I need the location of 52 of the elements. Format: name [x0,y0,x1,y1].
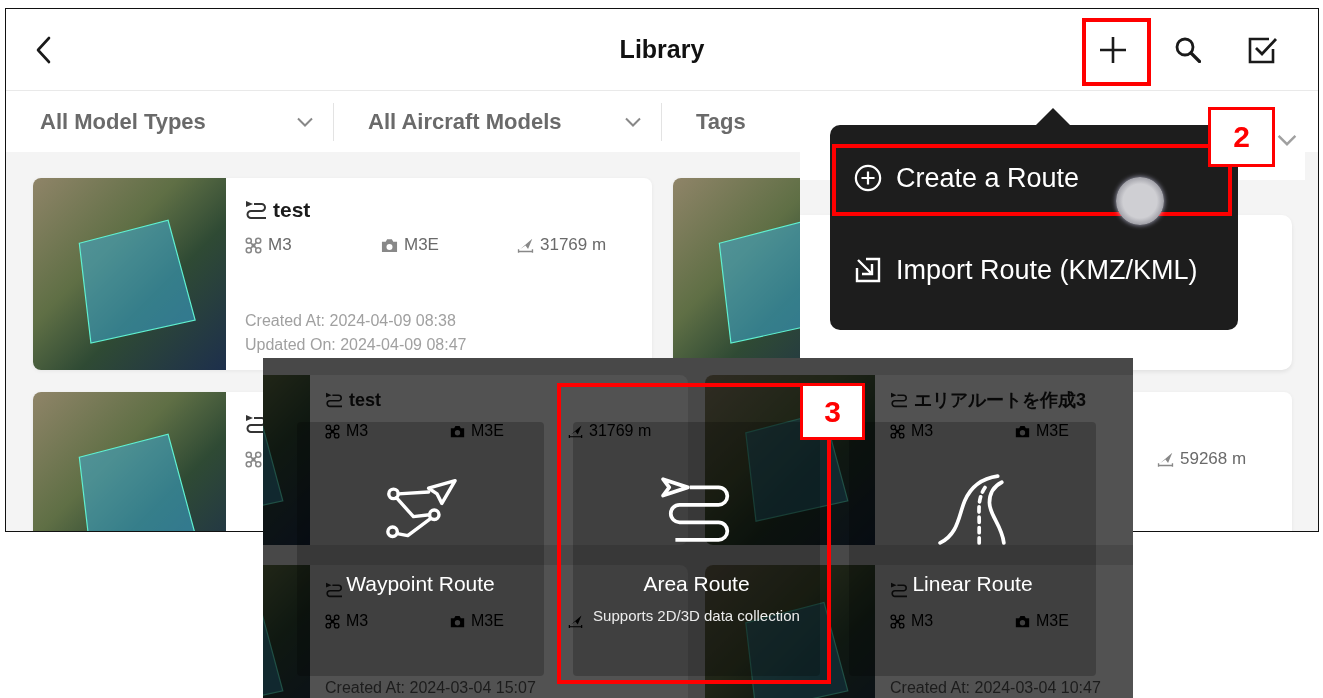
distance-icon [568,423,583,439]
menu-item[interactable]: Create a Route [836,147,1094,213]
camera-icon [450,613,465,629]
camera-model: M3E [471,612,504,630]
camera-icon [1015,613,1030,629]
camera-icon [1015,423,1030,439]
route-title: エリアルートを作成3 [914,389,1086,412]
distance-icon [517,236,534,254]
search-icon [1175,36,1201,63]
camera-model: M3E [1036,612,1069,630]
route-title: test [273,198,311,222]
created-date: Created At: 2024-04-09 08:38 [245,312,456,329]
filter-dropdown[interactable]: All Aircraft Models [334,91,661,152]
winding-road-icon [936,474,1009,546]
route-distance: 31769 m [540,235,607,255]
drone-icon [325,613,340,629]
step-number: 2 [1208,107,1275,167]
chevron-down-icon [1277,134,1297,146]
page-title: Library [619,35,705,64]
camera-model: M3E [404,235,439,255]
plus-circle-icon [854,164,882,192]
camera-icon [450,423,465,439]
aircraft-model: M3 [346,422,369,440]
plus-icon [1099,35,1127,64]
option-description: Supports 2D/3D data collection [593,606,800,626]
camera-model: M3E [471,422,504,440]
drone-icon [245,236,262,254]
chevron-left-icon [35,35,51,64]
import-icon [854,256,882,284]
route-distance: 31769 m [589,422,652,440]
step-number: 3 [800,383,865,440]
updated-date: Updated On: 2024-04-09 08:47 [245,336,467,353]
route-icon [325,392,343,408]
aircraft-model: M3 [268,235,292,255]
route-card[interactable]: test M3 M3E 31769 m Created At: 2024-04-09 08:38 Updated On: 2024-04-09 08:47 [33,178,652,370]
route-icon [245,200,267,220]
aircraft-model: M3 [911,422,934,440]
camera-icon [381,236,398,254]
checkbox-icon [1248,35,1278,64]
filter-dropdown[interactable]: All Model Types [6,91,333,152]
menu-item[interactable]: Import Route (KMZ/KML) [830,225,1238,315]
distance-icon [1157,450,1174,468]
route-distance: 59268 m [1180,449,1247,469]
aircraft-model: M3 [911,612,934,630]
drone-icon [890,423,905,439]
filter-button[interactable]: Tags [662,91,756,152]
route-title: test [349,389,381,411]
aircraft-model: M3 [346,612,369,630]
drone-icon [890,613,905,629]
route-icon [890,392,908,408]
drone-icon [325,423,340,439]
camera-model: M3E [1036,422,1069,440]
